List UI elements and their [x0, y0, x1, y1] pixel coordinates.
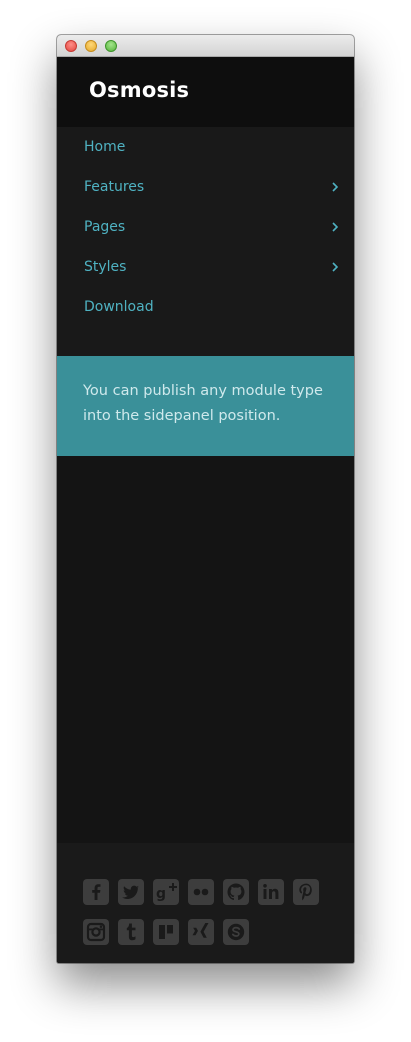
site-logo[interactable]: Osmosis: [89, 78, 189, 102]
xing-icon[interactable]: [188, 919, 214, 945]
nav-item-pages[interactable]: Pages: [57, 207, 354, 247]
nav-item-label: Download: [84, 299, 154, 315]
module-text: You can publish any module type into the…: [83, 383, 323, 424]
facebook-icon[interactable]: [83, 879, 109, 905]
instagram-icon[interactable]: [83, 919, 109, 945]
chevron-right-icon[interactable]: [330, 220, 340, 234]
nav-item-label: Pages: [84, 219, 126, 235]
chevron-right-icon[interactable]: [330, 180, 340, 194]
sidepanel-module: You can publish any module type into the…: [57, 356, 354, 456]
pinterest-icon[interactable]: [293, 879, 319, 905]
app-window: Osmosis Home Features Pages Styles Downl…: [57, 35, 354, 963]
twitter-icon[interactable]: [118, 879, 144, 905]
nav-item-label: Styles: [84, 259, 127, 275]
nav-item-download[interactable]: Download: [57, 287, 354, 327]
side-navigation: Home Features Pages Styles Download: [57, 127, 354, 356]
svg-text:g: g: [156, 886, 166, 902]
nav-item-styles[interactable]: Styles: [57, 247, 354, 287]
maximize-window-button[interactable]: [105, 40, 117, 52]
nav-item-label: Home: [84, 139, 126, 155]
site-header: Osmosis: [57, 57, 354, 127]
linkedin-icon[interactable]: [258, 879, 284, 905]
minimize-window-button[interactable]: [85, 40, 97, 52]
flickr-icon[interactable]: [188, 879, 214, 905]
google-plus-icon[interactable]: g: [153, 879, 179, 905]
sidepanel-empty-area: [57, 456, 354, 843]
nav-item-home[interactable]: Home: [57, 127, 354, 167]
nav-item-features[interactable]: Features: [57, 167, 354, 207]
trello-icon[interactable]: [153, 919, 179, 945]
window-titlebar: [57, 35, 354, 57]
close-window-button[interactable]: [65, 40, 77, 52]
chevron-right-icon[interactable]: [330, 260, 340, 274]
tumblr-icon[interactable]: [118, 919, 144, 945]
github-icon[interactable]: [223, 879, 249, 905]
nav-item-label: Features: [84, 179, 145, 195]
skype-icon[interactable]: [223, 919, 249, 945]
social-footer: g: [57, 843, 354, 963]
